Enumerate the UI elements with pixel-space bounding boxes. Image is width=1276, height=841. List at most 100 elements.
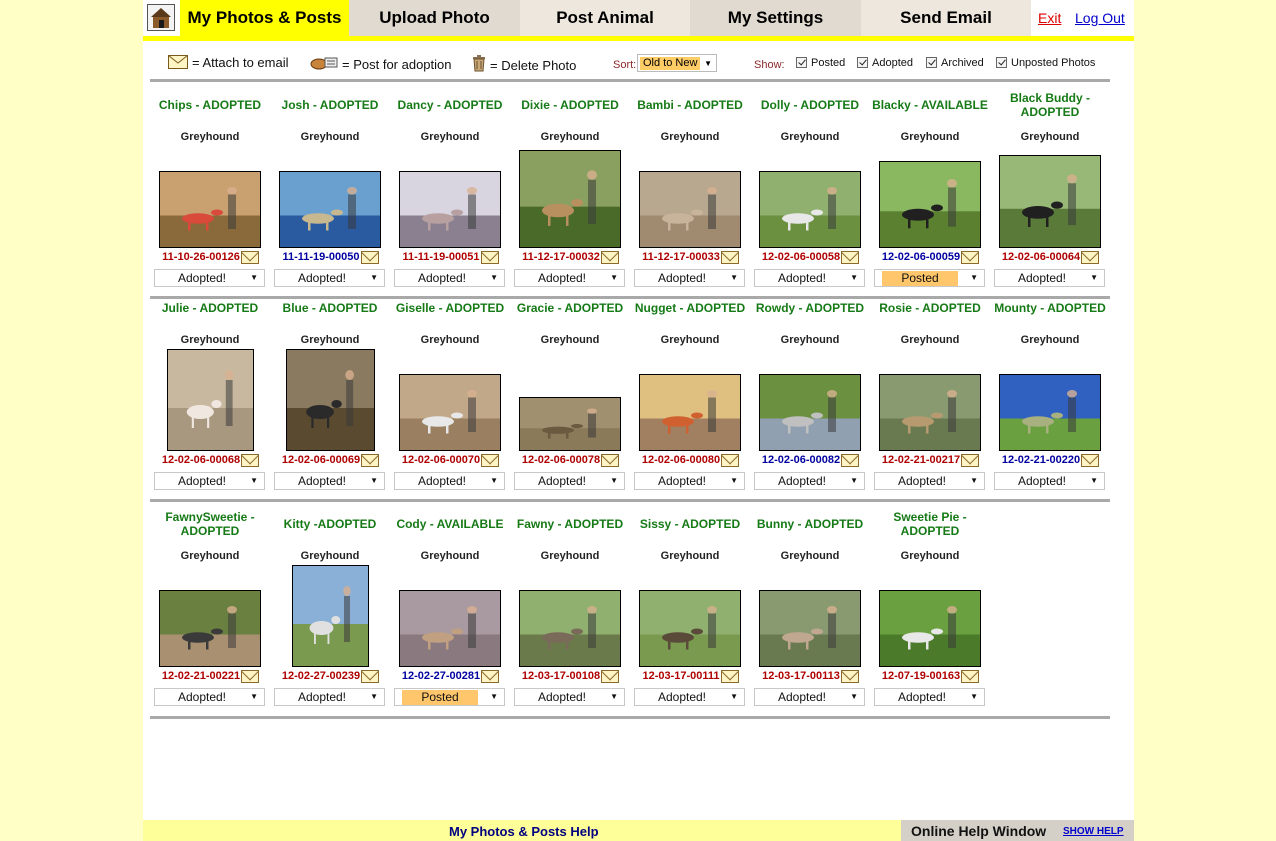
animal-photo[interactable] [759,590,861,667]
tab-post-animal[interactable]: Post Animal [520,0,690,36]
status-select[interactable]: Posted ▼ [394,688,505,706]
envelope-icon[interactable] [841,251,859,264]
envelope-icon[interactable] [601,454,619,467]
animal-photo[interactable] [279,171,381,248]
animal-photo[interactable] [639,374,741,451]
envelope-icon[interactable] [481,454,499,467]
animal-title[interactable]: Black Buddy - ADOPTED [1005,91,1095,119]
envelope-icon[interactable] [361,454,379,467]
animal-title[interactable]: Nugget - ADOPTED [630,301,750,315]
animal-photo[interactable] [519,590,621,667]
status-select[interactable]: Adopted! ▼ [754,472,865,490]
animal-photo[interactable] [879,161,981,248]
animal-photo[interactable] [879,590,981,667]
status-select[interactable]: Adopted! ▼ [874,472,985,490]
envelope-icon[interactable] [1081,454,1099,467]
checkbox-icon[interactable] [857,57,868,68]
status-select[interactable]: Adopted! ▼ [154,688,265,706]
tab-my-photos-posts[interactable]: My Photos & Posts [180,0,349,36]
animal-photo[interactable] [639,590,741,667]
status-select[interactable]: Adopted! ▼ [274,688,385,706]
envelope-icon[interactable] [481,251,499,264]
animal-photo[interactable] [166,349,254,451]
envelope-icon[interactable] [841,670,859,683]
envelope-icon[interactable] [481,670,499,683]
envelope-icon[interactable] [961,454,979,467]
animal-title[interactable]: Dancy - ADOPTED [390,98,510,112]
animal-photo[interactable] [879,374,981,451]
show-help-link[interactable]: SHOW HELP [1063,826,1124,837]
sort-select[interactable]: Old to New ▼ [637,54,717,72]
envelope-icon[interactable] [961,670,979,683]
animal-photo[interactable] [519,397,621,451]
home-icon[interactable] [147,4,175,31]
animal-photo[interactable] [399,374,501,451]
animal-photo[interactable] [639,171,741,248]
animal-photo[interactable] [759,171,861,248]
envelope-icon[interactable] [721,670,739,683]
status-select[interactable]: Adopted! ▼ [394,472,505,490]
animal-title[interactable]: Sweetie Pie - ADOPTED [885,510,975,538]
status-select[interactable]: Adopted! ▼ [634,269,745,287]
checkbox-icon[interactable] [926,57,937,68]
status-select[interactable]: Adopted! ▼ [994,269,1105,287]
envelope-icon[interactable] [721,251,739,264]
status-select[interactable]: Adopted! ▼ [634,472,745,490]
animal-photo[interactable] [399,171,501,248]
animal-photo[interactable] [291,565,369,667]
animal-title[interactable]: Josh - ADOPTED [270,98,390,112]
filter-adopted[interactable]: Adopted [857,57,913,69]
envelope-icon[interactable] [361,251,379,264]
animal-title[interactable]: Sissy - ADOPTED [630,517,750,531]
animal-title[interactable]: Blue - ADOPTED [270,301,390,315]
exit-link[interactable]: Exit [1038,10,1061,26]
animal-photo[interactable] [999,155,1101,248]
animal-title[interactable]: Gracie - ADOPTED [510,301,630,315]
animal-photo[interactable] [159,171,261,248]
filter-unposted[interactable]: Unposted Photos [996,57,1095,69]
logout-link[interactable]: Log Out [1075,10,1125,26]
filter-posted[interactable]: Posted [796,57,845,69]
filter-archived[interactable]: Archived [926,57,984,69]
status-select[interactable]: Adopted! ▼ [394,269,505,287]
envelope-icon[interactable] [961,251,979,264]
animal-title[interactable]: Giselle - ADOPTED [390,301,510,315]
envelope-icon[interactable] [1081,251,1099,264]
animal-title[interactable]: Bambi - ADOPTED [630,98,750,112]
animal-title[interactable]: Chips - ADOPTED [150,98,270,112]
animal-title[interactable]: Bunny - ADOPTED [750,517,870,531]
envelope-icon[interactable] [601,251,619,264]
animal-title[interactable]: Fawny - ADOPTED [510,517,630,531]
status-select[interactable]: Adopted! ▼ [514,688,625,706]
status-select[interactable]: Adopted! ▼ [634,688,745,706]
animal-title[interactable]: Blacky - AVAILABLE [870,98,990,112]
envelope-icon[interactable] [721,454,739,467]
tab-send-email[interactable]: Send Email [861,0,1031,36]
animal-photo[interactable] [159,590,261,667]
animal-title[interactable]: Kitty -ADOPTED [270,517,390,531]
tab-upload-photo[interactable]: Upload Photo [349,0,520,36]
animal-title[interactable]: Rosie - ADOPTED [870,301,990,315]
checkbox-icon[interactable] [996,57,1007,68]
status-select[interactable]: Posted ▼ [874,269,985,287]
animal-photo[interactable] [285,349,375,451]
status-select[interactable]: Adopted! ▼ [514,269,625,287]
envelope-icon[interactable] [601,670,619,683]
envelope-icon[interactable] [241,670,259,683]
status-select[interactable]: Adopted! ▼ [514,472,625,490]
status-select[interactable]: Adopted! ▼ [154,472,265,490]
animal-title[interactable]: Rowdy - ADOPTED [750,301,870,315]
animal-title[interactable]: FawnySweetie - ADOPTED [165,510,255,538]
animal-photo[interactable] [519,150,621,248]
status-select[interactable]: Adopted! ▼ [754,269,865,287]
checkbox-icon[interactable] [796,57,807,68]
animal-title[interactable]: Julie - ADOPTED [150,301,270,315]
status-select[interactable]: Adopted! ▼ [994,472,1105,490]
status-select[interactable]: Adopted! ▼ [874,688,985,706]
envelope-icon[interactable] [841,454,859,467]
envelope-icon[interactable] [241,251,259,264]
status-select[interactable]: Adopted! ▼ [154,269,265,287]
tab-my-settings[interactable]: My Settings [690,0,861,36]
envelope-icon[interactable] [361,670,379,683]
status-select[interactable]: Adopted! ▼ [274,472,385,490]
